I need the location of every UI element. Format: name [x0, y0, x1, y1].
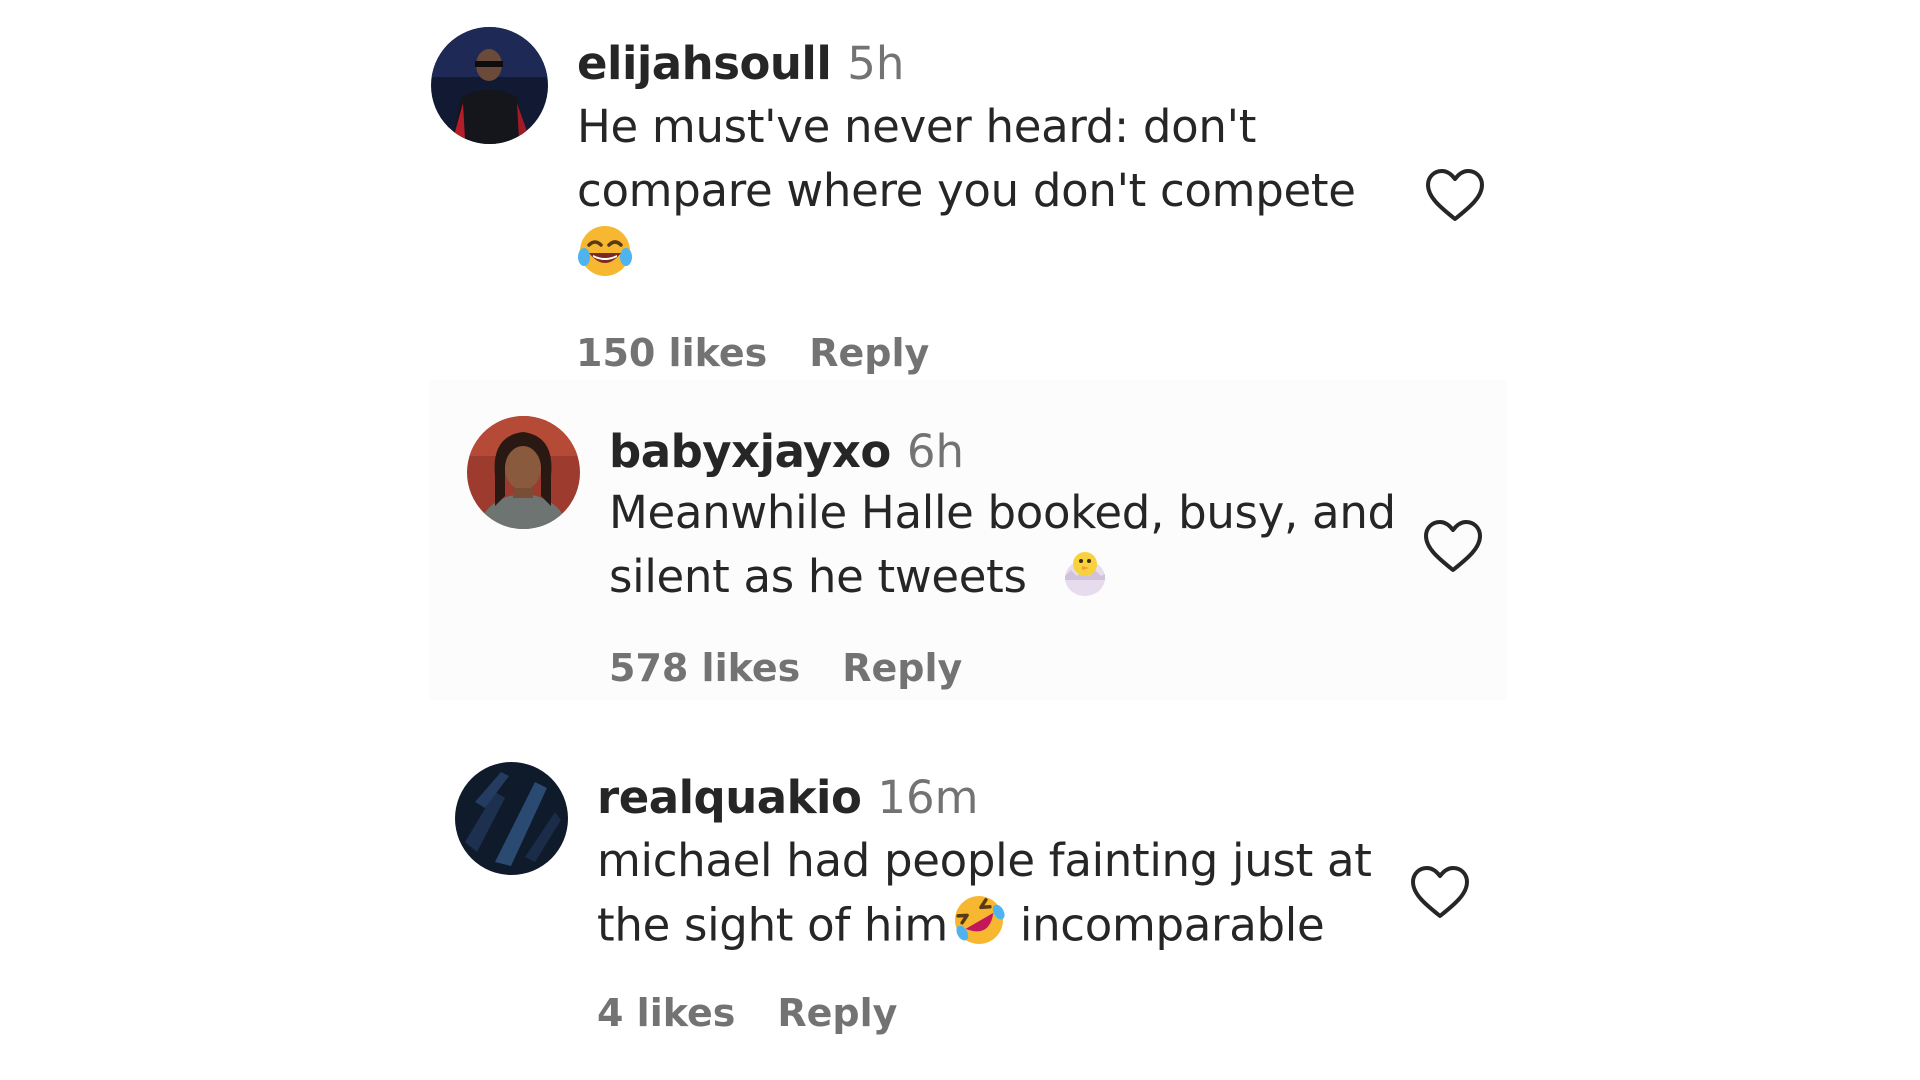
comment-actions: 578 likes Reply	[609, 649, 962, 687]
reply-button[interactable]: Reply	[777, 991, 897, 1035]
comment-text-line: incomparable	[1005, 898, 1325, 952]
comment-text-line: Meanwhile Halle booked, busy, and	[609, 486, 1396, 539]
rolling-on-floor-laughing-emoji	[952, 893, 1006, 964]
avatar[interactable]	[431, 27, 548, 144]
avatar-image	[431, 27, 548, 144]
comment-timestamp[interactable]: 5h	[847, 37, 904, 90]
heart-outline-icon[interactable]	[1424, 167, 1486, 223]
comment-text-line: He must've never heard: don't	[577, 100, 1257, 153]
username-link[interactable]: realquakio	[597, 771, 862, 824]
comment-text: Meanwhile Halle booked, busy, and silent…	[609, 481, 1429, 615]
comment-header: babyxjayxo 6h	[609, 429, 964, 474]
comment-header: elijahsoull 5h	[577, 41, 904, 86]
comment-timestamp[interactable]: 16m	[877, 771, 978, 824]
likes-count[interactable]: 4 likes	[597, 991, 735, 1035]
comment-text-line: michael had people fainting just at	[597, 834, 1372, 887]
username-link[interactable]: elijahsoull	[577, 37, 832, 90]
comment-text-line: silent as he tweets	[609, 550, 1027, 603]
reply-button[interactable]: Reply	[809, 331, 929, 375]
avatar[interactable]	[455, 762, 568, 875]
likes-count[interactable]: 150 likes	[576, 331, 767, 375]
username-link[interactable]: babyxjayxo	[609, 425, 891, 478]
avatar[interactable]	[467, 416, 580, 529]
tears-of-joy-emoji	[577, 223, 633, 296]
comment-text-line: compare where you don't compete	[577, 164, 1356, 217]
comment-actions: 150 likes Reply	[576, 334, 929, 372]
comment-text: He must've never heard: don't compare wh…	[577, 95, 1397, 296]
comment-text-line: the sight of him	[597, 898, 948, 952]
avatar-image	[467, 416, 580, 529]
comment-header: realquakio 16m	[597, 775, 979, 820]
comment-text: michael had people fainting just at the …	[597, 829, 1417, 964]
avatar-image	[455, 762, 568, 875]
hatching-chick-emoji	[1059, 546, 1111, 615]
likes-count[interactable]: 578 likes	[609, 646, 800, 690]
heart-outline-icon[interactable]	[1422, 518, 1484, 574]
comment-actions: 4 likes Reply	[597, 994, 897, 1032]
reply-button[interactable]: Reply	[842, 646, 962, 690]
comment-timestamp[interactable]: 6h	[907, 425, 964, 478]
heart-outline-icon[interactable]	[1409, 864, 1471, 920]
